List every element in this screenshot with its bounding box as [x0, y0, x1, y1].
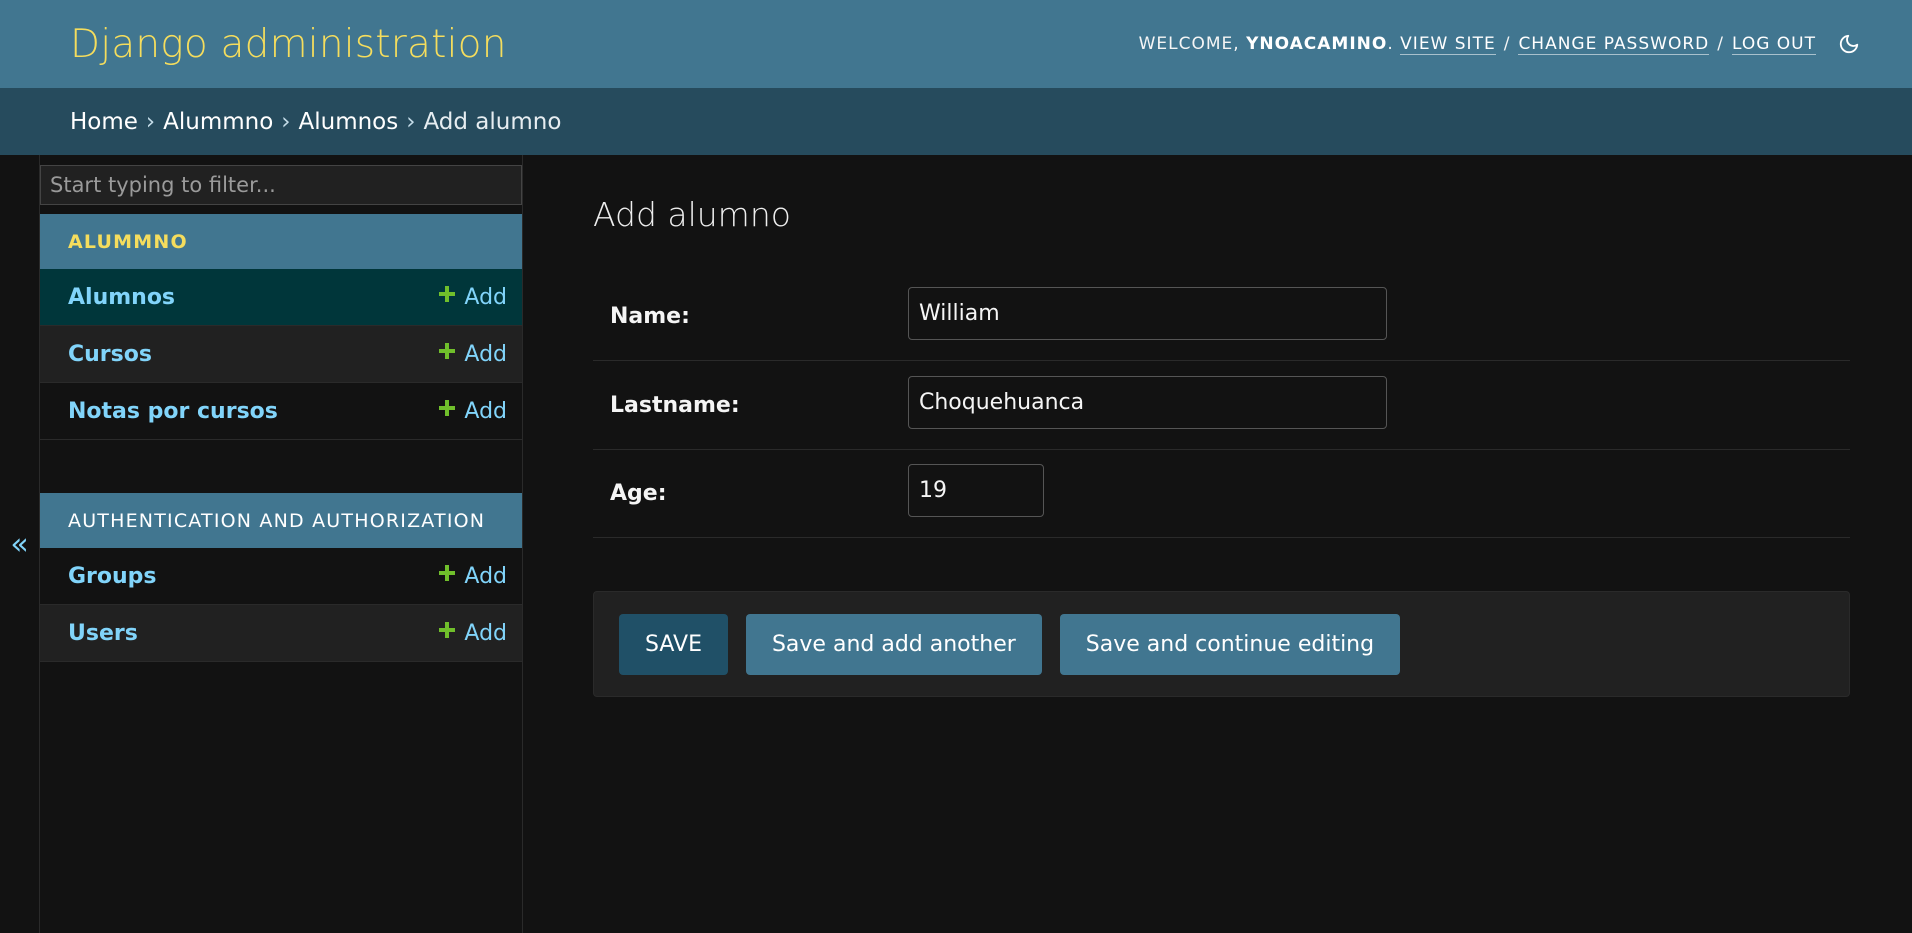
- sidebar-item-users: Users Add: [40, 605, 522, 662]
- username: YNOACAMINO: [1246, 34, 1388, 54]
- save-and-add-another-button[interactable]: Save and add another: [745, 613, 1042, 675]
- page-title: Add alumno: [593, 195, 791, 234]
- site-branding[interactable]: Django administration: [70, 22, 507, 67]
- module-auth: AUTHENTICATION AND AUTHORIZATION Groups …: [40, 493, 522, 662]
- breadcrumb: Home › Alummno › Alumnos › Add alumno: [0, 88, 1912, 155]
- save-and-continue-button[interactable]: Save and continue editing: [1059, 613, 1401, 675]
- name-label: Name:: [610, 303, 690, 329]
- breadcrumb-separator: ›: [406, 108, 416, 135]
- double-chevron-left-icon: «: [10, 526, 29, 562]
- nav-filter-input[interactable]: [40, 165, 522, 205]
- breadcrumb-home[interactable]: Home: [70, 109, 138, 135]
- module-caption-link[interactable]: ALUMMNO: [68, 231, 188, 253]
- module-caption: ALUMMNO: [40, 214, 522, 269]
- save-button[interactable]: SAVE: [619, 613, 728, 675]
- module-caption-link[interactable]: AUTHENTICATION AND AUTHORIZATION: [68, 510, 485, 532]
- breadcrumb-separator: ›: [281, 108, 291, 135]
- separator: /: [1717, 34, 1724, 54]
- view-site-link[interactable]: VIEW SITE: [1400, 34, 1496, 55]
- plus-icon: [439, 286, 456, 302]
- add-label: Add: [464, 341, 507, 367]
- lastname-label: Lastname:: [610, 392, 740, 418]
- breadcrumb-app[interactable]: Alummno: [163, 109, 273, 135]
- moon-icon[interactable]: [1836, 31, 1862, 57]
- log-out-link[interactable]: LOG OUT: [1731, 34, 1816, 55]
- add-label: Add: [464, 284, 507, 310]
- model-link-groups[interactable]: Groups: [68, 564, 157, 589]
- breadcrumb-model[interactable]: Alumnos: [299, 109, 399, 135]
- sidebar-item-cursos: Cursos Add: [40, 326, 522, 383]
- breadcrumb-separator: ›: [145, 108, 156, 135]
- name-field[interactable]: [908, 287, 1387, 340]
- nav-sidebar: ALUMMNO Alumnos Add Cursos Add Notas por…: [40, 155, 523, 933]
- toggle-sidebar-button[interactable]: «: [0, 155, 40, 933]
- welcome-text: WELCOME,: [1138, 34, 1240, 54]
- separator: /: [1503, 34, 1511, 54]
- form-row-name: Name:: [593, 272, 1850, 361]
- add-label: Add: [464, 563, 507, 589]
- add-users-button[interactable]: Add: [439, 621, 507, 646]
- model-link-cursos[interactable]: Cursos: [68, 342, 152, 367]
- breadcrumb-current: Add alumno: [423, 108, 562, 135]
- form-row-age: Age:: [593, 449, 1850, 538]
- add-label: Add: [464, 620, 507, 646]
- add-alumnos-button[interactable]: Add: [439, 285, 507, 310]
- header: Django administration WELCOME, YNOACAMIN…: [0, 0, 1912, 88]
- add-label: Add: [464, 398, 507, 424]
- model-link-notas-por-cursos[interactable]: Notas por cursos: [68, 399, 278, 424]
- submit-row: SAVE Save and add another Save and conti…: [593, 591, 1850, 697]
- lastname-field[interactable]: [908, 376, 1387, 429]
- sidebar-item-alumnos: Alumnos Add: [40, 269, 522, 326]
- model-link-alumnos[interactable]: Alumnos: [68, 285, 175, 310]
- age-label: Age:: [610, 480, 667, 506]
- add-notas-por-cursos-button[interactable]: Add: [439, 399, 507, 424]
- plus-icon: [439, 400, 456, 416]
- sidebar-item-notas-por-cursos: Notas por cursos Add: [40, 383, 522, 440]
- user-tools: WELCOME, YNOACAMINO. VIEW SITE / CHANGE …: [1139, 31, 1862, 57]
- plus-icon: [439, 565, 456, 581]
- module-caption: AUTHENTICATION AND AUTHORIZATION: [40, 493, 522, 548]
- change-password-link[interactable]: CHANGE PASSWORD: [1518, 34, 1710, 55]
- module-alummno: ALUMMNO Alumnos Add Cursos Add Notas por…: [40, 214, 522, 440]
- add-cursos-button[interactable]: Add: [439, 342, 507, 367]
- age-field[interactable]: [908, 464, 1044, 517]
- sidebar-item-groups: Groups Add: [40, 548, 522, 605]
- plus-icon: [439, 343, 456, 359]
- plus-icon: [439, 622, 456, 638]
- model-link-users[interactable]: Users: [68, 621, 138, 646]
- form-row-lastname: Lastname:: [593, 361, 1850, 450]
- add-groups-button[interactable]: Add: [439, 564, 507, 589]
